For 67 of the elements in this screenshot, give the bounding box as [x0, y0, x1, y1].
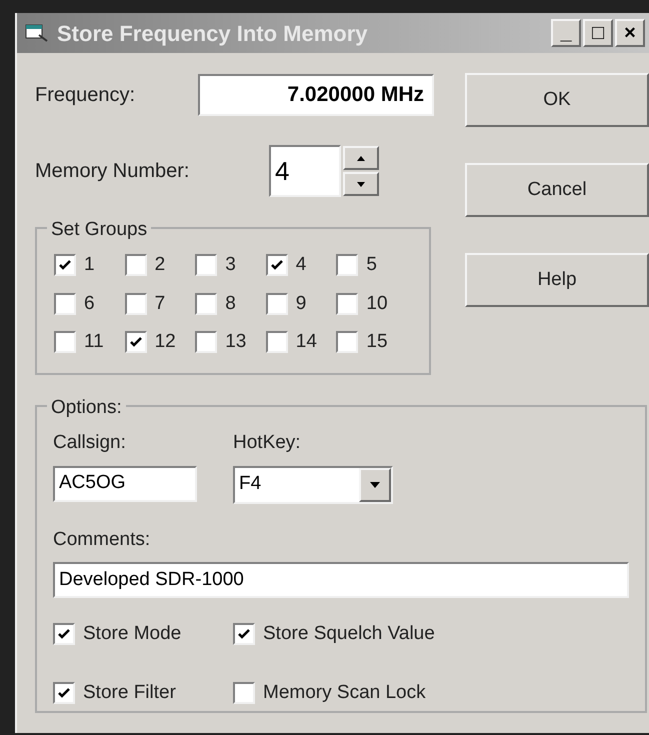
dialog-button[interactable]: Cancel [465, 163, 649, 217]
up-triangle-icon [357, 156, 365, 160]
checkbox[interactable] [336, 254, 358, 276]
checkbox-label: 9 [296, 292, 306, 316]
hotkey-dropdown[interactable]: F4 [233, 466, 393, 504]
field-label: HotKey: [233, 431, 302, 455]
checkbox-label: 11 [84, 330, 104, 354]
checkbox[interactable] [233, 682, 255, 704]
checkbox-label: 3 [225, 253, 236, 277]
comments-field[interactable]: Developed SDR-1000 [53, 562, 629, 598]
down-triangle-icon [370, 482, 380, 488]
field-label: Callsign: [53, 431, 127, 455]
checkbox-label: Store Squelch Value [263, 622, 435, 646]
checkbox[interactable] [266, 254, 288, 276]
checkbox[interactable] [54, 292, 76, 315]
checkbox-label: Store Mode [83, 622, 182, 646]
checkbox[interactable] [195, 292, 218, 315]
checkmark-icon [130, 337, 142, 348]
checkmark-icon [270, 260, 283, 270]
checkbox[interactable] [195, 254, 218, 276]
field-label: Comments: [53, 528, 152, 552]
down-triangle-icon [357, 182, 365, 186]
window-title: Store Frequency Into Memory [57, 20, 369, 48]
checkbox[interactable] [53, 682, 75, 704]
checkbox-label: 13 [225, 330, 246, 354]
checkbox-label: 14 [296, 330, 317, 354]
checkbox-label: 1 [84, 253, 95, 277]
spin-up-button[interactable] [343, 146, 379, 170]
checkbox[interactable] [54, 254, 76, 276]
checkbox-label: 6 [84, 292, 95, 316]
checkbox-label: 4 [296, 253, 306, 277]
checkbox[interactable] [266, 292, 288, 315]
field-label: Frequency: [35, 83, 136, 108]
checkbox[interactable] [124, 292, 147, 315]
checkbox[interactable] [124, 331, 147, 354]
checkmark-icon [59, 260, 71, 270]
dialog-button[interactable]: OK [465, 73, 649, 127]
checkmark-icon [58, 688, 70, 698]
checkbox[interactable] [336, 292, 358, 315]
field-label: Memory Number: [35, 159, 190, 184]
callsign-field[interactable]: AC5OG [53, 466, 197, 502]
title-bar-button[interactable]: □ [583, 19, 613, 47]
checkbox[interactable] [266, 331, 288, 354]
checkbox[interactable] [233, 623, 255, 646]
checkbox[interactable] [195, 331, 218, 354]
checkbox-label: 5 [366, 253, 377, 277]
checkbox[interactable] [53, 623, 75, 646]
checkbox[interactable] [124, 254, 147, 276]
checkbox-label: 7 [154, 292, 166, 316]
checkmark-icon [58, 629, 70, 640]
checkbox-label: 8 [225, 292, 236, 316]
checkbox-label: 10 [366, 292, 388, 316]
checkbox[interactable] [54, 331, 76, 354]
checkbox-label: 12 [154, 330, 176, 354]
frequency-field[interactable]: 7.020000 MHz [198, 74, 434, 116]
checkbox-label: 15 [366, 330, 388, 354]
dialog-button[interactable]: Help [465, 253, 649, 307]
window-icon [25, 23, 49, 43]
title-bar-button[interactable]: _ [551, 19, 581, 47]
spin-down-button[interactable] [343, 172, 379, 196]
memory-number-field[interactable]: 4 [269, 145, 341, 197]
checkbox-label: 2 [154, 253, 166, 277]
checkbox[interactable] [336, 331, 358, 354]
title-bar-button[interactable]: × [615, 19, 645, 47]
checkbox-label: Store Filter [83, 680, 176, 704]
checkmark-icon [238, 629, 250, 640]
checkbox-label: Memory Scan Lock [263, 680, 426, 704]
